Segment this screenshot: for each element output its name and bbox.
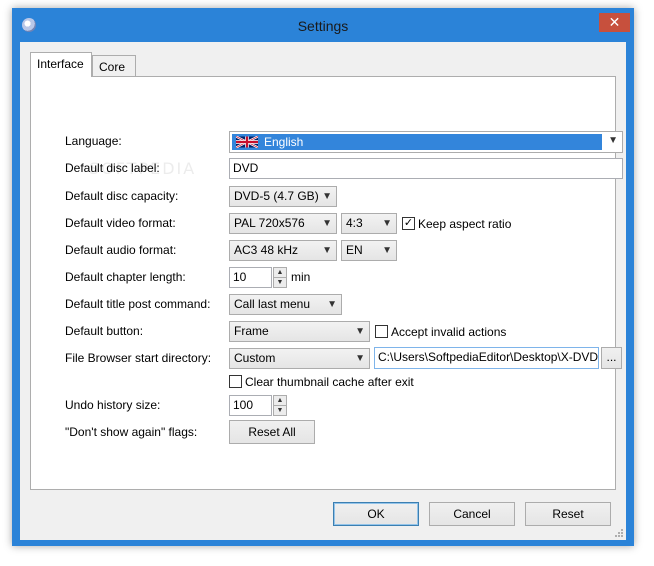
chapter-length-label: Default chapter length: [65,270,186,284]
undo-history-label: Undo history size: [65,398,161,412]
language-value: English [264,135,304,149]
reset-button[interactable]: Reset [525,502,611,526]
keep-aspect-checkbox[interactable]: ✓ [402,217,415,230]
chevron-down-icon: ▼ [327,299,337,310]
title-post-command-value: Call last menu [234,297,311,311]
audio-language-value: EN [346,243,363,257]
chevron-down-icon: ▼ [382,245,392,256]
title-bar[interactable]: Settings ✕ [12,8,634,42]
file-browser-dir-select[interactable]: Custom ▼ [229,348,370,369]
close-button[interactable]: ✕ [599,13,630,32]
undo-history-spinner[interactable]: ▲ ▼ [273,395,287,416]
video-format-select[interactable]: PAL 720x576 ▼ [229,213,337,234]
aspect-ratio-select[interactable]: 4:3 ▼ [341,213,397,234]
file-browser-path-input[interactable]: C:\Users\SoftpediaEditor\Desktop\X-DVD [374,347,599,369]
chapter-length-spinner[interactable]: ▲ ▼ [273,267,287,288]
uk-flag-icon [236,136,258,148]
title-post-command-select[interactable]: Call last menu ▼ [229,294,342,315]
reset-all-button[interactable]: Reset All [229,420,315,444]
accept-invalid-label: Accept invalid actions [391,325,507,339]
cancel-button[interactable]: Cancel [429,502,515,526]
spin-down-icon[interactable]: ▼ [274,406,286,415]
title-post-command-label: Default title post command: [65,297,211,311]
spin-down-icon[interactable]: ▼ [274,278,286,287]
disc-capacity-select[interactable]: DVD-5 (4.7 GB) ▼ [229,186,337,207]
video-format-value: PAL 720x576 [234,216,305,230]
default-button-label: Default button: [65,324,144,338]
chapter-length-unit: min [291,270,311,284]
audio-format-label: Default audio format: [65,243,177,257]
audio-format-value: AC3 48 kHz [234,243,299,257]
chevron-down-icon: ▼ [382,218,392,229]
spin-up-icon[interactable]: ▲ [274,268,286,278]
video-format-label: Default video format: [65,216,176,230]
disc-label-label: Default disc label: [65,161,160,175]
clear-thumbnail-checkbox[interactable] [229,375,242,388]
chevron-down-icon: ▼ [355,353,365,364]
accept-invalid-checkbox[interactable] [375,325,388,338]
chevron-down-icon: ▼ [322,191,332,202]
aspect-ratio-value: 4:3 [346,216,363,230]
chevron-down-icon: ▼ [608,135,618,146]
settings-window: Settings ✕ Interface Core SOFTPEDIA Lang… [12,8,634,546]
language-select[interactable]: English ▼ [229,131,623,153]
disc-capacity-label: Default disc capacity: [65,189,179,203]
chevron-down-icon: ▼ [355,326,365,337]
tab-core[interactable]: Core [92,55,136,77]
language-label: Language: [65,134,122,148]
audio-format-select[interactable]: AC3 48 kHz ▼ [229,240,337,261]
interface-tab-panel: SOFTPEDIA Language: English ▼ Default di… [30,76,623,490]
browse-button[interactable]: ... [601,347,622,369]
default-button-select[interactable]: Frame ▼ [229,321,370,342]
ok-button[interactable]: OK [333,502,419,526]
file-browser-dir-label: File Browser start directory: [65,351,212,365]
keep-aspect-label: Keep aspect ratio [418,217,512,231]
language-selected-item: English [232,134,602,150]
audio-language-select[interactable]: EN ▼ [341,240,397,261]
chapter-length-input[interactable]: 10 [229,267,272,288]
clear-thumbnail-label: Clear thumbnail cache after exit [245,375,414,389]
disc-capacity-value: DVD-5 (4.7 GB) [234,189,319,203]
undo-history-input[interactable]: 100 [229,395,272,416]
default-button-value: Frame [234,324,269,338]
file-browser-dir-value: Custom [234,351,276,365]
chevron-down-icon: ▼ [322,218,332,229]
resize-grip-icon[interactable] [614,528,624,538]
dont-show-again-label: "Don't show again" flags: [65,425,198,439]
window-title: Settings [297,18,349,34]
tab-interface[interactable]: Interface [30,52,92,77]
chevron-down-icon: ▼ [322,245,332,256]
disc-label-input[interactable]: DVD [229,158,623,179]
dialog-client-area: Interface Core SOFTPEDIA Language: Engli… [20,42,626,540]
spin-up-icon[interactable]: ▲ [274,396,286,406]
